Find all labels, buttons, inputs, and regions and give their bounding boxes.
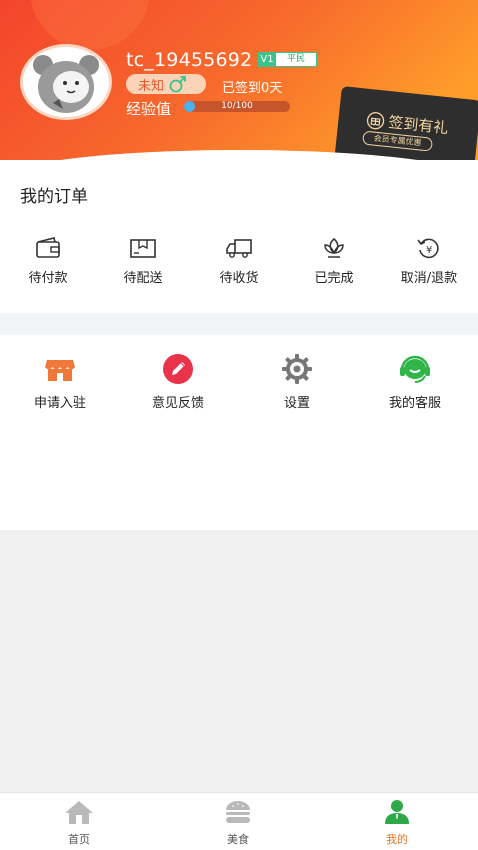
lotus-icon bbox=[324, 238, 344, 258]
order-label: 取消/退款 bbox=[400, 271, 458, 286]
exp-progress-bar: 10/100 bbox=[184, 101, 290, 112]
avatar[interactable] bbox=[20, 44, 112, 120]
truck-icon bbox=[226, 239, 252, 258]
exp-label: 经验值 bbox=[126, 100, 172, 118]
bear-avatar-icon bbox=[33, 55, 99, 113]
order-label: 待收货 bbox=[219, 271, 259, 286]
username: tc_19455692 bbox=[126, 49, 253, 71]
gear-icon bbox=[282, 354, 312, 384]
pencil-icon bbox=[163, 354, 193, 384]
tool-settings[interactable]: 设置 bbox=[242, 352, 352, 414]
gift-icon bbox=[366, 111, 385, 129]
checkin-days: 已签到0天 bbox=[222, 81, 283, 96]
package-icon bbox=[130, 239, 156, 258]
order-pending-delivery[interactable]: 待配送 bbox=[100, 234, 186, 294]
nav-label: 首页 bbox=[68, 833, 90, 846]
tool-apply-merchant[interactable]: 申请入驻 bbox=[5, 352, 115, 414]
tool-label: 意见反馈 bbox=[151, 396, 204, 411]
orders-title: 我的订单 bbox=[20, 187, 88, 207]
vip-title: 平民 bbox=[286, 54, 305, 64]
order-completed[interactable]: 已完成 bbox=[291, 234, 377, 294]
user-icon bbox=[385, 800, 409, 824]
tool-customer-service[interactable]: 我的客服 bbox=[360, 352, 470, 414]
tool-label: 申请入驻 bbox=[33, 396, 86, 411]
bottom-nav: 首页 美食 我的 bbox=[0, 792, 478, 850]
order-label: 已完成 bbox=[314, 271, 354, 286]
home-icon bbox=[65, 801, 93, 824]
nav-home[interactable]: 首页 bbox=[39, 799, 119, 847]
tool-label: 我的客服 bbox=[388, 396, 441, 411]
content-card bbox=[0, 160, 478, 530]
burger-icon bbox=[226, 801, 250, 823]
gender-pill: 未知 bbox=[126, 74, 206, 94]
profile-header: tc_19455692 V1 平民 未知 已签到0天 经验值 10/100 签到… bbox=[0, 0, 478, 175]
order-pending-receipt[interactable]: 待收货 bbox=[196, 234, 282, 294]
tool-feedback[interactable]: 意见反馈 bbox=[123, 352, 233, 414]
male-gender-icon bbox=[169, 76, 186, 93]
vip-level: V1 bbox=[258, 53, 276, 66]
order-label: 待付款 bbox=[28, 271, 68, 286]
order-pending-payment[interactable]: 待付款 bbox=[5, 234, 91, 294]
nav-mine[interactable]: 我的 bbox=[357, 799, 437, 847]
svg-text:¥: ¥ bbox=[426, 245, 432, 256]
order-refund[interactable]: ¥ 取消/退款 bbox=[386, 234, 472, 294]
order-label: 待配送 bbox=[123, 271, 163, 286]
nav-label: 我的 bbox=[386, 833, 408, 846]
tool-label: 设置 bbox=[283, 396, 310, 411]
wallet-icon bbox=[36, 237, 60, 258]
nav-food[interactable]: 美食 bbox=[198, 799, 278, 847]
gender-text: 未知 bbox=[138, 78, 165, 94]
refund-icon: ¥ bbox=[417, 238, 439, 259]
exp-progress-text: 10/100 bbox=[221, 101, 253, 111]
vip-badge: V1 平民 bbox=[257, 52, 317, 67]
headset-icon bbox=[400, 355, 430, 383]
section-divider bbox=[0, 313, 478, 335]
nav-label: 美食 bbox=[227, 833, 249, 846]
shop-icon bbox=[45, 360, 75, 381]
